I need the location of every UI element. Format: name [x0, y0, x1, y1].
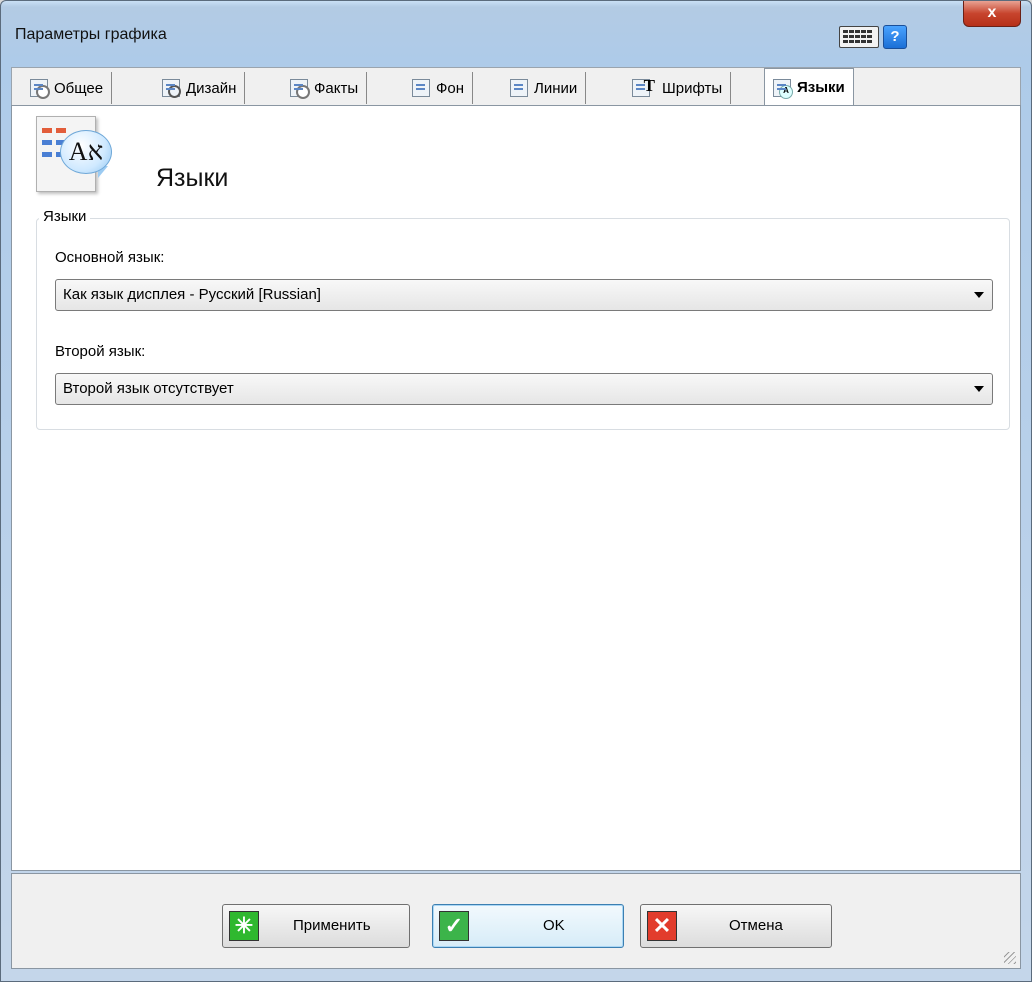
group-legend: Языки — [39, 208, 91, 225]
title-bar: Параметры графика ? x — [1, 1, 1031, 65]
secondary-language-value: Второй язык отсутствует — [63, 380, 234, 397]
button-bar: ✳ Применить ✓ OK ✕ Отмена — [11, 873, 1021, 969]
language-header-icon: Aא — [36, 116, 116, 196]
close-button[interactable]: x — [963, 1, 1021, 27]
tab-label: Дизайн — [186, 79, 237, 97]
font-doc-icon — [632, 76, 655, 97]
clock-doc-icon — [290, 79, 310, 99]
magnifier-doc-icon — [162, 79, 181, 98]
language-doc-icon — [773, 78, 793, 99]
languages-panel: Aא Языки Языки Основной язык: Как язык д… — [11, 105, 1021, 871]
cancel-button[interactable]: ✕ Отмена — [640, 904, 832, 948]
tab-strip: Общее Дизайн Факты Фон Линии Шрифты Язык… — [11, 67, 1021, 106]
gear-doc-icon — [30, 79, 50, 99]
apply-button[interactable]: ✳ Применить — [222, 904, 410, 948]
apply-icon: ✳ — [229, 911, 259, 941]
tab-facts[interactable]: Факты — [282, 72, 368, 104]
tab-label: Факты — [314, 79, 359, 97]
ok-button[interactable]: ✓ OK — [432, 904, 624, 948]
background-doc-icon — [412, 79, 430, 97]
page-title: Языки — [156, 164, 229, 192]
tab-general[interactable]: Общее — [22, 72, 113, 104]
tab-label: Общее — [54, 79, 104, 97]
tab-fonts[interactable]: Шрифты — [624, 72, 732, 104]
resize-grip[interactable] — [1004, 952, 1016, 964]
checkmark-icon: ✓ — [439, 911, 469, 941]
primary-language-label: Основной язык: — [55, 249, 165, 266]
cross-icon: ✕ — [647, 911, 677, 941]
tab-lines[interactable]: Линии — [502, 72, 587, 104]
primary-language-value: Как язык дисплея - Русский [Russian] — [63, 286, 321, 303]
tab-label: Линии — [534, 79, 578, 97]
tab-label: Шрифты — [662, 79, 723, 97]
keyboard-icon[interactable] — [839, 26, 879, 48]
window-title: Параметры графика — [15, 26, 167, 43]
tab-design[interactable]: Дизайн — [154, 72, 246, 104]
chevron-down-icon — [974, 386, 984, 392]
secondary-language-select[interactable]: Второй язык отсутствует — [55, 373, 993, 405]
tab-languages[interactable]: Языки — [764, 68, 854, 106]
secondary-language-label: Второй язык: — [55, 343, 146, 360]
dialog-window: Параметры графика ? x Общее Дизайн Факты… — [0, 0, 1032, 982]
languages-group: Языки Основной язык: Как язык дисплея - … — [36, 208, 1010, 430]
tab-label: Фон — [436, 79, 465, 97]
help-button[interactable]: ? — [883, 25, 907, 49]
primary-language-select[interactable]: Как язык дисплея - Русский [Russian] — [55, 279, 993, 311]
chevron-down-icon — [974, 292, 984, 298]
lines-doc-icon — [510, 79, 528, 97]
tab-background[interactable]: Фон — [404, 72, 474, 104]
tab-label: Языки — [797, 79, 845, 96]
